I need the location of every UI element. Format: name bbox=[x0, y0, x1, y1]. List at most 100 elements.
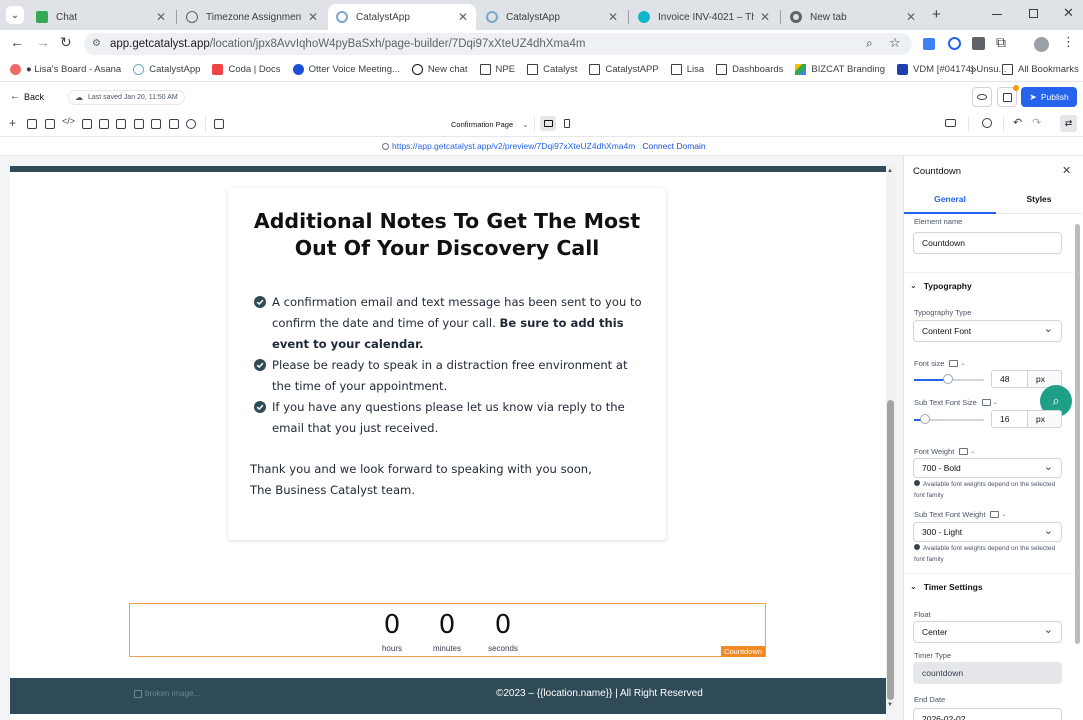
settings-icon[interactable] bbox=[82, 119, 92, 129]
bookmark-lisa[interactable]: Lisa bbox=[670, 64, 704, 75]
all-bookmarks-button[interactable]: All Bookmarks bbox=[1002, 64, 1079, 75]
puzzle-icon[interactable]: ⧉ bbox=[996, 34, 1006, 51]
extension-icon[interactable] bbox=[972, 37, 985, 50]
timer-type-input[interactable]: countdown bbox=[913, 662, 1062, 684]
footer-copyright[interactable]: ©2023 – {{location.name}} | All Right Re… bbox=[496, 688, 703, 699]
tab-invoice[interactable]: Invoice INV-4021 – The Bus ✕ bbox=[630, 4, 778, 30]
back-button[interactable]: ← Back bbox=[10, 91, 44, 102]
address-bar[interactable]: ⚙ app.getcatalyst.app/location/jpx8AvvIq… bbox=[84, 33, 912, 55]
sub-font-size-slider-knob[interactable] bbox=[920, 414, 931, 424]
preview-eye-button[interactable] bbox=[972, 87, 992, 107]
font-weight-select[interactable]: 700 - Bold bbox=[913, 458, 1062, 478]
settings-sliders-button[interactable]: ⇄ bbox=[1060, 115, 1077, 132]
tab-catalyst[interactable]: CatalystApp ✕ bbox=[478, 4, 626, 30]
chevron-down-icon[interactable]: ⌄ bbox=[993, 399, 998, 406]
bookmark-catalystapp[interactable]: CatalystApp bbox=[133, 64, 200, 75]
text-icon[interactable] bbox=[99, 119, 109, 129]
image-icon[interactable] bbox=[169, 119, 179, 129]
desktop-icon[interactable] bbox=[981, 399, 991, 406]
redo-icon[interactable]: ↷ bbox=[1032, 116, 1041, 129]
panel-scrollbar-thumb[interactable] bbox=[1075, 224, 1080, 644]
mobile-view-button[interactable] bbox=[560, 116, 574, 131]
page-footer[interactable]: broken image... ©2023 – {{location.name}… bbox=[10, 678, 886, 714]
page-selector[interactable]: Confirmation Page ⌄ bbox=[442, 115, 534, 133]
end-date-input[interactable]: 2026-02-02 bbox=[913, 708, 1062, 720]
bullet-item[interactable]: A confirmation email and text message ha… bbox=[254, 292, 644, 355]
back-arrow-icon[interactable]: ← bbox=[10, 34, 24, 50]
bookmark-new-chat[interactable]: New chat bbox=[411, 64, 468, 75]
bookmark-bizcat[interactable]: BIZCAT Branding bbox=[795, 64, 885, 75]
typography-section-header[interactable]: ⌄ Typography bbox=[904, 272, 1074, 298]
maximize-icon[interactable] bbox=[1029, 9, 1038, 18]
bookmark-catalystapp-folder[interactable]: CatalystAPP bbox=[589, 64, 659, 75]
sub-font-size-input[interactable]: 16 bbox=[991, 410, 1028, 428]
tab-chat[interactable]: Chat ✕ bbox=[28, 4, 174, 30]
closing-line[interactable]: Thank you and we look forward to speakin… bbox=[250, 459, 650, 480]
add-element-plus-icon[interactable]: + bbox=[9, 116, 16, 130]
close-icon[interactable]: ✕ bbox=[608, 10, 618, 24]
desktop-icon[interactable] bbox=[990, 511, 1000, 518]
site-info-icon[interactable]: ⚙ bbox=[92, 38, 101, 49]
close-icon[interactable]: ✕ bbox=[458, 10, 468, 24]
publish-button[interactable]: ➤ Publish bbox=[1021, 87, 1077, 107]
timer-settings-section-header[interactable]: ⌄ Timer Settings bbox=[904, 573, 1074, 599]
sub-font-size-unit[interactable]: px bbox=[1027, 410, 1062, 428]
sidebar-toggle-icon[interactable] bbox=[214, 119, 224, 129]
layers-icon[interactable] bbox=[27, 119, 37, 129]
font-size-slider-knob[interactable] bbox=[942, 374, 953, 384]
tab-search-button[interactable]: ⌄ bbox=[6, 6, 24, 24]
table-icon[interactable] bbox=[134, 119, 144, 129]
font-size-input[interactable]: 48 bbox=[991, 370, 1028, 388]
bullet-item[interactable]: If you have any questions please let us … bbox=[254, 397, 644, 439]
bookmark-npe[interactable]: NPE bbox=[479, 64, 515, 75]
tab-new[interactable]: New tab ✕ bbox=[782, 4, 924, 30]
tab-timezone[interactable]: Timezone Assignment Logic ✕ bbox=[178, 4, 326, 30]
bookmark-asana[interactable]: ● Lisa's Board - Asana bbox=[10, 64, 121, 75]
close-panel-icon[interactable]: ✕ bbox=[1062, 164, 1071, 177]
desktop-icon[interactable] bbox=[949, 360, 959, 367]
form-icon[interactable] bbox=[151, 119, 161, 129]
code-icon[interactable]: </> bbox=[62, 116, 75, 126]
profile-avatar-icon[interactable] bbox=[1034, 37, 1049, 52]
desktop-icon[interactable] bbox=[959, 448, 969, 455]
extension-icon[interactable] bbox=[923, 38, 935, 50]
preview-url-link[interactable]: https://app.getcatalyst.app/v2/preview/7… bbox=[392, 141, 635, 151]
keyboard-icon[interactable] bbox=[945, 119, 956, 127]
undo-icon[interactable]: ↶ bbox=[1013, 116, 1022, 129]
close-icon[interactable]: ✕ bbox=[906, 10, 916, 24]
bookmark-dashboards[interactable]: Dashboards bbox=[716, 64, 783, 75]
canvas-scrollbar-thumb[interactable] bbox=[887, 400, 894, 700]
bookmark-coda[interactable]: Coda | Docs bbox=[212, 64, 281, 75]
close-icon[interactable]: ✕ bbox=[156, 10, 166, 24]
menu-kebab-icon[interactable]: ⋮ bbox=[1062, 34, 1075, 50]
bookmark-otter[interactable]: Otter Voice Meeting... bbox=[292, 64, 400, 75]
signature-line[interactable]: The Business Catalyst team. bbox=[250, 480, 650, 501]
pages-icon[interactable] bbox=[45, 119, 55, 129]
element-name-input[interactable]: Countdown bbox=[913, 232, 1062, 254]
float-select[interactable]: Center bbox=[913, 621, 1062, 643]
tab-catalyst-active[interactable]: CatalystApp ✕ bbox=[328, 4, 476, 30]
bookmark-vdm[interactable]: VDM [#04174] Unsu... bbox=[896, 64, 1006, 75]
reload-icon[interactable]: ↻ bbox=[60, 34, 72, 51]
page-heading[interactable]: Additional Notes To Get The Most Out Of … bbox=[238, 208, 656, 262]
connect-domain-link[interactable]: Connect Domain bbox=[642, 141, 705, 151]
minimize-icon[interactable] bbox=[992, 14, 1002, 15]
notes-card[interactable]: Additional Notes To Get The Most Out Of … bbox=[228, 188, 666, 540]
chevron-down-icon[interactable]: ⌄ bbox=[1001, 511, 1006, 518]
scroll-down-arrow-icon[interactable]: ▼ bbox=[887, 702, 893, 708]
close-icon[interactable]: ✕ bbox=[760, 10, 770, 24]
new-tab-plus-icon[interactable]: + bbox=[932, 6, 941, 23]
chevron-down-icon[interactable]: ⌄ bbox=[960, 360, 965, 367]
bookmark-star-icon[interactable]: ☆ bbox=[889, 35, 901, 51]
password-manager-icon[interactable] bbox=[948, 37, 961, 50]
close-icon[interactable]: ✕ bbox=[308, 10, 318, 24]
sub-font-weight-select[interactable]: 300 - Light bbox=[913, 522, 1062, 542]
scroll-up-arrow-icon[interactable]: ▲ bbox=[887, 168, 893, 174]
close-window-icon[interactable]: ✕ bbox=[1063, 5, 1074, 21]
tab-styles[interactable]: Styles bbox=[996, 188, 1082, 214]
typography-type-select[interactable]: Content Font bbox=[913, 320, 1062, 342]
history-icon[interactable] bbox=[982, 118, 992, 128]
chevron-down-icon[interactable]: ⌄ bbox=[970, 448, 975, 455]
more-bookmarks-button[interactable]: » bbox=[970, 62, 977, 76]
bookmark-catalyst[interactable]: Catalyst bbox=[527, 64, 577, 75]
